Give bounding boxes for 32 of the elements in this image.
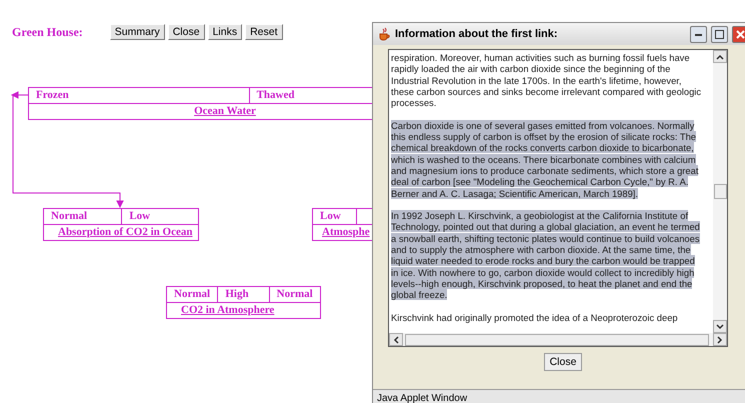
scrollbar-thumb[interactable] bbox=[714, 184, 726, 199]
node-link[interactable]: CO2 in Atmosphere bbox=[167, 303, 320, 318]
state-label[interactable]: Low bbox=[122, 209, 198, 225]
app-title: Green House: bbox=[12, 24, 83, 40]
toolbar-button[interactable]: Close bbox=[168, 24, 205, 40]
state-label[interactable]: Normal bbox=[44, 209, 122, 225]
horizontal-scrollbar[interactable] bbox=[389, 333, 727, 346]
maximize-button[interactable] bbox=[711, 26, 728, 42]
state-label[interactable]: Normal bbox=[270, 287, 320, 303]
text-area[interactable] bbox=[388, 49, 728, 347]
close-icon bbox=[736, 30, 745, 38]
maximize-icon bbox=[715, 30, 724, 38]
close-button[interactable]: Close bbox=[544, 353, 582, 371]
dialog-title: Information about the first link: bbox=[395, 28, 559, 40]
paragraph: Carbon dioxide is one of several gases emitted from volcanoes. Normally this endless supply of carbon is offset by the erosion of silicate rocks: The chemical breakdown of the rocks converts carbon dioxide to bicarbonate, which is washed to the oceans. There bicarbonate combines with calcium and magnesium ions to produce carbonate sediments, which store a great deal of carbon [see "Modeling the Geochemical Carbon Cycle," by R. A. Berner and A. C. Lasaga; Scientific American, March 1989]. bbox=[391, 120, 700, 199]
vertical-scrollbar[interactable] bbox=[713, 50, 727, 333]
cup-icon bbox=[377, 27, 391, 41]
node-link[interactable]: Absorption of CO2 in Ocean bbox=[44, 225, 198, 240]
state-label[interactable]: Frozen bbox=[29, 88, 250, 104]
state-label[interactable]: Normal bbox=[167, 287, 218, 303]
state-label[interactable]: High bbox=[218, 287, 270, 303]
scrollbar-thumb[interactable] bbox=[405, 334, 709, 346]
close-button[interactable] bbox=[732, 26, 745, 42]
paragraph: In 1992 Joseph L. Kirschvink, a geobiologist at the California Institute of Technology, pointed out that during a global glaciation, an event he termed a snowball earth, shifting tectonic plates would continue to build volcanoes and to supply the atmosphere with carbon dioxide. At the same time, the liquid water needed to erode rocks and bury the carbon would be trapped in ice. With nowhere to go, carbon dioxide would collect to incredibly high levels--high enough, Kirschvink proposed, to heat the planet and end the global freeze. bbox=[391, 210, 701, 301]
toolbar-button[interactable]: Links bbox=[208, 24, 242, 40]
toolbar-button[interactable]: Summary bbox=[110, 24, 165, 40]
state-label[interactable]: Low bbox=[313, 209, 358, 225]
status-bar: Java Applet Window bbox=[373, 389, 745, 403]
paragraph: Kirschvink had originally promoted the idea of a Neoproterozoic deep bbox=[391, 312, 679, 324]
minimize-icon bbox=[695, 32, 702, 36]
minimize-button[interactable] bbox=[690, 26, 707, 42]
toolbar-button[interactable]: Reset bbox=[245, 24, 283, 40]
